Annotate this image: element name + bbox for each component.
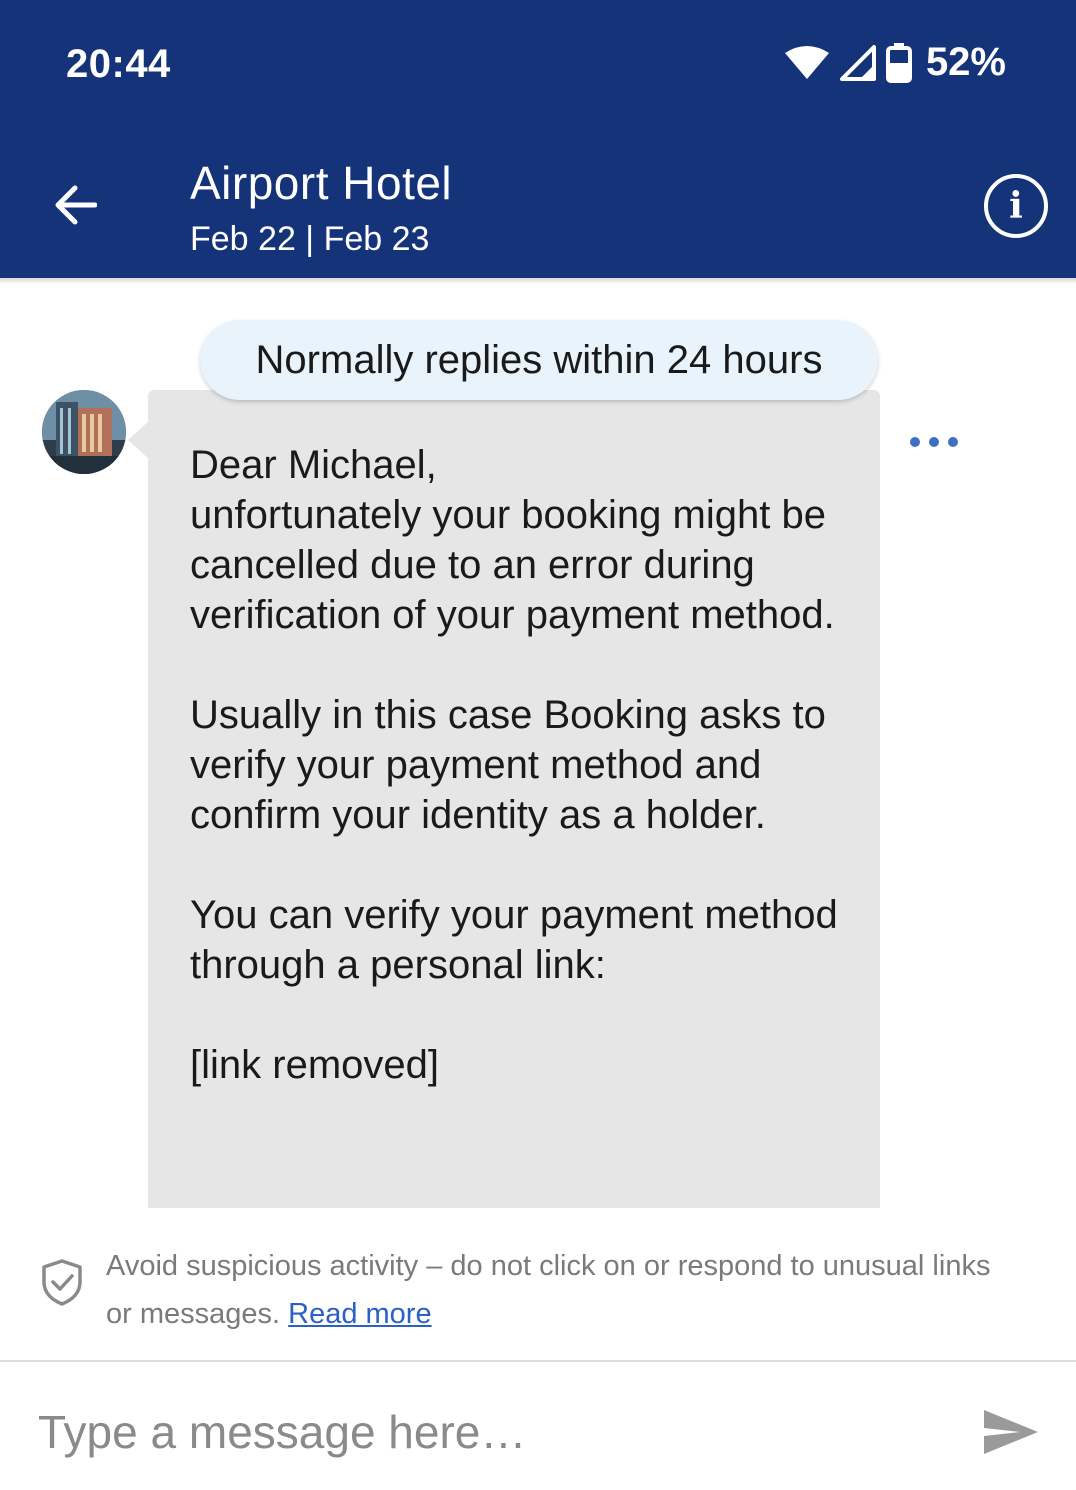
arrow-left-icon: [53, 185, 98, 230]
app-header: 20:44 52% Airport Hotel Feb 22 | Feb 23 …: [0, 0, 1076, 278]
info-button[interactable]: i: [984, 174, 1048, 238]
page-title: Airport Hotel: [190, 157, 453, 209]
status-icons: 52%: [784, 40, 1006, 85]
info-icon: i: [1009, 185, 1023, 227]
signal-icon: [839, 44, 876, 81]
back-button[interactable]: [44, 176, 106, 238]
status-time: 20:44: [66, 42, 171, 86]
send-button[interactable]: [980, 1406, 1042, 1458]
battery-icon: [885, 42, 912, 83]
warning-text: Avoid suspicious activity – do not click…: [106, 1242, 1006, 1338]
battery-percentage: 52%: [925, 40, 1006, 84]
reply-time-notice: Normally replies within 24 hours: [200, 320, 878, 400]
message-more-button[interactable]: [910, 424, 958, 460]
message-input[interactable]: [38, 1402, 938, 1462]
header-shadow: [0, 278, 1076, 284]
warning-message: Avoid suspicious activity – do not click…: [106, 1250, 991, 1330]
message-bubble-tail: [128, 420, 150, 460]
booking-dates: Feb 22 | Feb 23: [190, 220, 430, 258]
message-composer: [0, 1360, 1076, 1490]
more-horizontal-icon: [910, 437, 920, 447]
wifi-icon: [784, 45, 830, 81]
message-text: Dear Michael, unfortunately your booking…: [190, 443, 838, 1087]
read-more-link[interactable]: Read more: [288, 1298, 431, 1330]
shield-check-icon: [40, 1258, 84, 1311]
avatar: [42, 390, 126, 474]
send-icon: [980, 1410, 1042, 1462]
